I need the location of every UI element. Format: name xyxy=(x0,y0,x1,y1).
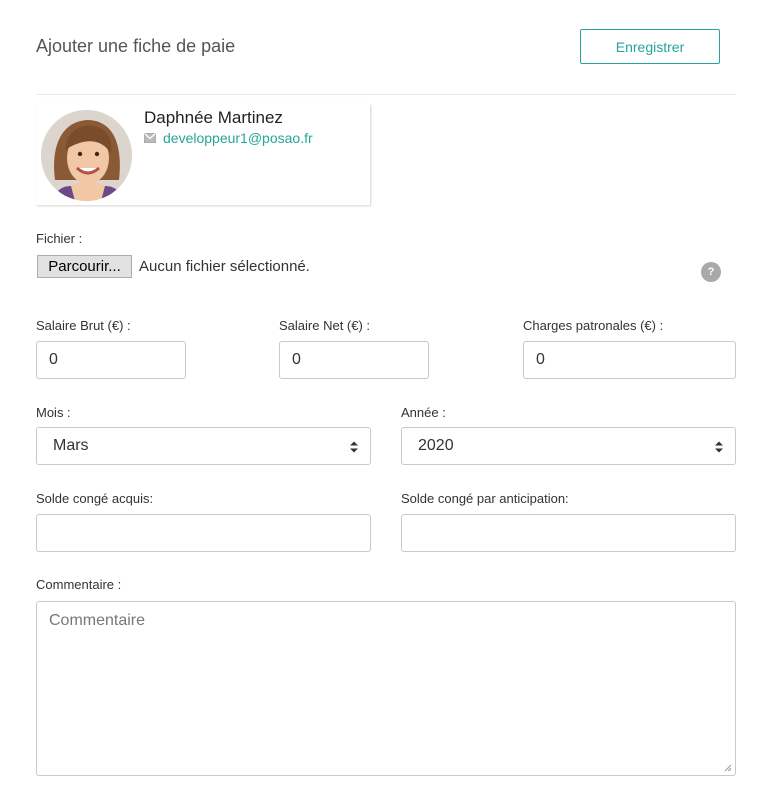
month-value: Mars xyxy=(53,437,89,454)
employer-charges-input[interactable]: 0 xyxy=(523,341,736,379)
year-value: 2020 xyxy=(418,437,454,454)
month-label: Mois : xyxy=(36,405,71,420)
save-button[interactable]: Enregistrer xyxy=(580,29,720,64)
browse-file-button[interactable]: Parcourir... xyxy=(37,255,132,278)
comment-label: Commentaire : xyxy=(36,577,122,592)
leave-anticipation-input[interactable] xyxy=(401,514,736,552)
help-icon[interactable]: ? xyxy=(701,262,721,282)
employer-charges-label: Charges patronales (€) : xyxy=(523,318,664,333)
net-salary-input[interactable]: 0 xyxy=(279,341,429,379)
avatar xyxy=(41,110,132,201)
mail-icon xyxy=(144,133,156,143)
file-status: Aucun fichier sélectionné. xyxy=(139,258,310,275)
employee-name: Daphnée Martinez xyxy=(144,108,283,127)
comment-textarea[interactable]: Commentaire xyxy=(36,601,736,776)
leave-anticipation-label: Solde congé par anticipation: xyxy=(401,491,569,506)
year-select[interactable]: 2020 xyxy=(401,427,736,465)
employee-email-link[interactable]: developpeur1@posao.fr xyxy=(163,130,313,146)
select-arrows-icon xyxy=(350,441,358,453)
resize-grip-icon[interactable] xyxy=(724,764,732,772)
page-title: Ajouter une fiche de paie xyxy=(36,36,236,56)
avatar-photo xyxy=(41,110,132,201)
leave-acquired-input[interactable] xyxy=(36,514,371,552)
select-arrows-icon xyxy=(715,441,723,453)
net-salary-label: Salaire Net (€) : xyxy=(279,318,371,333)
employee-card: Daphnée Martinez developpeur1@posao.fr xyxy=(36,104,370,205)
gross-salary-label: Salaire Brut (€) : xyxy=(36,318,131,333)
leave-acquired-label: Solde congé acquis: xyxy=(36,491,154,506)
month-select[interactable]: Mars xyxy=(36,427,371,465)
year-label: Année : xyxy=(401,405,446,420)
header-divider xyxy=(36,94,736,95)
gross-salary-input[interactable]: 0 xyxy=(36,341,186,379)
comment-placeholder: Commentaire xyxy=(49,612,146,629)
file-label: Fichier : xyxy=(36,231,83,246)
